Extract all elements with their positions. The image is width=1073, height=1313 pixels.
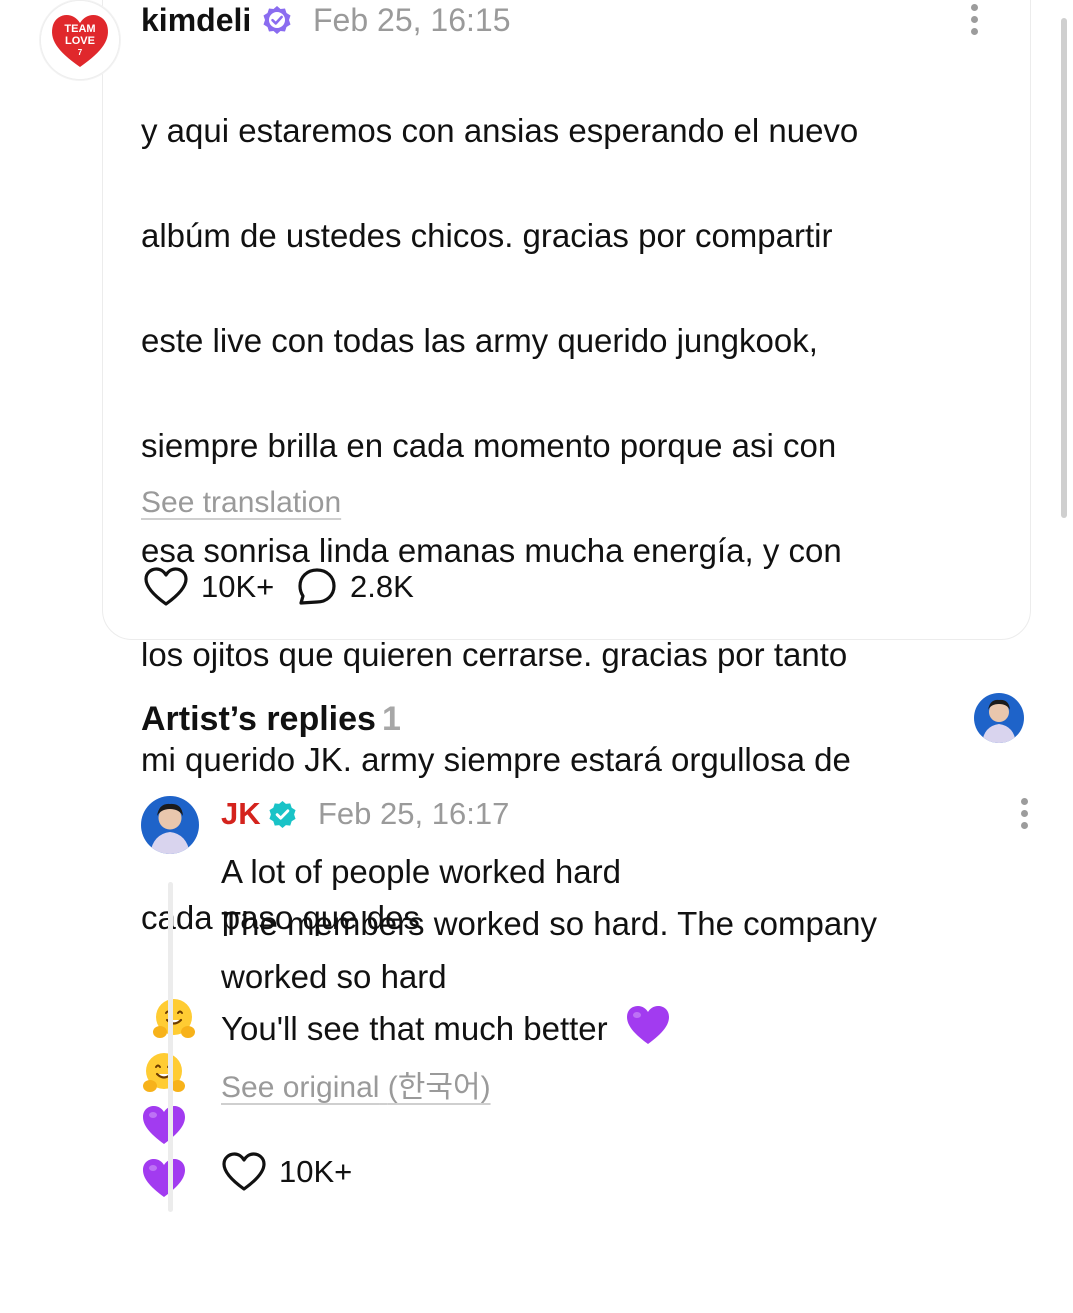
reply-more-options-icon[interactable] (1018, 798, 1030, 834)
reply-like-count: 10K+ (279, 1154, 353, 1189)
scrollbar[interactable] (1061, 18, 1067, 518)
reply-body-line: You'll see that much better (221, 1010, 608, 1048)
post-body-line: este live con todas las army querido jun… (141, 322, 818, 360)
reply-body-line: The members worked so hard. The company (221, 905, 878, 943)
verified-badge-icon (268, 800, 297, 829)
reply-body-line: worked so hard (221, 957, 447, 995)
reply-thread-line (168, 882, 173, 1212)
post-body-line: siempre brilla en cada momento porque as… (141, 426, 837, 464)
reply-body: A lot of people worked hard The members … (221, 846, 1021, 1056)
artist-replies-count: 1 (381, 700, 401, 738)
post-body-line: mi querido JK. army siempre estará orgul… (141, 741, 851, 779)
see-original-label[interactable]: See original (221, 1071, 379, 1104)
purple-heart-icon (626, 1006, 669, 1045)
avatar-text-love: LOVE (65, 35, 95, 47)
post-like-count: 10K+ (201, 569, 275, 604)
post-more-options-icon[interactable] (968, 4, 980, 40)
post-username[interactable]: kimdeli (141, 0, 251, 40)
verified-badge-icon (262, 5, 292, 35)
team-love-avatar[interactable]: TEAM LOVE 7 (40, 0, 120, 80)
see-translation-link[interactable]: See translation (141, 484, 341, 522)
reply-username[interactable]: JK (221, 794, 261, 834)
post-body-line: albúm de ustedes chicos. gracias por com… (141, 217, 833, 255)
post-body-line: y aqui estaremos con ansias esperando el… (141, 112, 859, 150)
avatar-text-team: TEAM (64, 23, 95, 35)
reply-like-stat[interactable]: 10K+ (221, 1151, 352, 1193)
post-like-stat[interactable]: 10K+ (143, 566, 274, 608)
post-body-line: los ojitos que quieren cerrarse. gracias… (141, 636, 848, 674)
see-original-link[interactable]: See original (한국어) (221, 1069, 491, 1107)
hugging-face-icon (153, 999, 195, 1039)
artist-avatar[interactable] (974, 693, 1024, 743)
avatar-text-seven: 7 (78, 48, 83, 57)
post-comment-count: 2.8K (350, 569, 414, 604)
purple-heart-icon (143, 1106, 185, 1145)
reply-body-line: A lot of people worked hard (221, 853, 621, 890)
post-body: y aqui estaremos con ansias esperando el… (141, 53, 1001, 1313)
post-timestamp: Feb 25, 16:15 (313, 2, 511, 38)
artist-replies-title: Artist’s replies (141, 700, 376, 738)
reply-body-last-line: You'll see that much better (221, 1003, 1021, 1055)
artist-replies-heading: Artist’s replies 1 (141, 698, 401, 740)
post-comment-stat[interactable]: 2.8K (296, 566, 414, 608)
reply-timestamp: Feb 25, 16:17 (318, 796, 510, 831)
heart-outline-icon (222, 1152, 266, 1191)
hugging-face-icon (143, 1052, 185, 1092)
comment-bubble-icon (298, 568, 336, 605)
reply-author-avatar[interactable] (141, 796, 199, 854)
purple-heart-icon (143, 1158, 185, 1197)
original-language-label: (한국어) (387, 1071, 491, 1104)
heart-outline-icon (144, 567, 188, 606)
